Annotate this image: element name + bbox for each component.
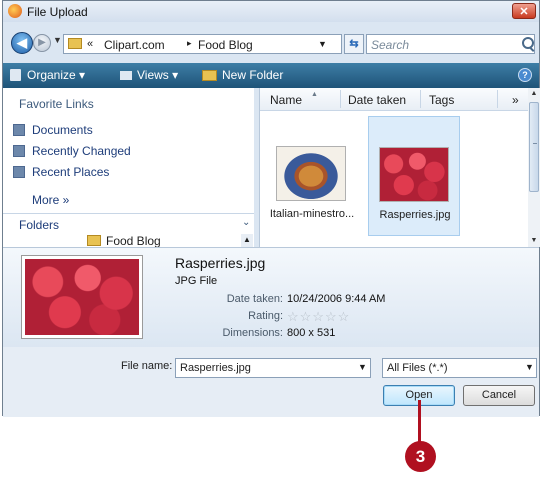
details-pane: Rasperries.jpg JPG File Date taken: 10/2… — [3, 247, 539, 348]
folder-tree-item[interactable]: Food Blog — [3, 234, 254, 247]
nav-item-label: Recent Places — [32, 165, 110, 179]
rating-stars[interactable]: ☆☆☆☆☆ — [287, 309, 350, 325]
nav-item-label: Documents — [32, 123, 93, 137]
back-button[interactable]: ◀ — [11, 32, 33, 54]
new-folder-icon — [202, 70, 217, 81]
column-header-tags[interactable]: Tags — [429, 93, 454, 107]
detail-value[interactable]: 10/24/2006 9:44 AM — [287, 293, 385, 305]
recent-pages-dropdown-icon[interactable]: ▼ — [53, 35, 62, 45]
address-dropdown-icon[interactable]: ▼ — [318, 39, 327, 49]
grip-icon — [533, 143, 537, 144]
organize-button[interactable]: Organize ▾ — [27, 68, 85, 82]
detail-label: Dimensions: — [222, 327, 283, 339]
organize-icon — [10, 69, 21, 81]
documents-icon — [13, 124, 25, 136]
folders-toggle[interactable]: Folders ⌄ — [3, 213, 254, 235]
detail-label: Date taken: — [226, 293, 283, 305]
breadcrumb-overflow[interactable]: « — [87, 38, 93, 50]
search-input[interactable]: Search — [366, 34, 535, 54]
vertical-scrollbar[interactable]: ▲ ▼ — [528, 88, 540, 247]
file-tile-raspberries[interactable]: Rasperries.jpg — [368, 116, 460, 236]
recently-changed-icon — [13, 145, 25, 157]
views-button[interactable]: Views ▾ — [137, 68, 178, 82]
detail-label: Rating: — [248, 310, 283, 322]
address-row: ◀ ▶ ▼ « Clipart.com ▸ Food Blog ▼ ⇆ Sear… — [3, 23, 539, 63]
breadcrumb-clipart[interactable]: Clipart.com — [104, 38, 165, 52]
favorite-links-heading: Favorite Links — [19, 97, 94, 111]
refresh-button[interactable]: ⇆ — [344, 34, 364, 54]
recent-places-icon — [13, 166, 25, 178]
sort-caret-icon: ▲ — [311, 91, 318, 98]
search-icon[interactable] — [522, 37, 534, 49]
raspberries-thumbnail — [379, 147, 449, 202]
column-header-date-taken[interactable]: Date taken — [348, 93, 406, 107]
column-divider[interactable] — [497, 90, 498, 108]
column-label: Name — [270, 93, 303, 107]
callout-pointer — [418, 400, 421, 443]
scroll-down-icon[interactable]: ▼ — [528, 235, 540, 247]
file-type-value: All Files (*.*) — [387, 362, 448, 374]
file-tile-minestrone[interactable]: Italian-minestro... — [266, 116, 358, 236]
forward-button[interactable]: ▶ — [33, 34, 51, 52]
search-placeholder: Search — [371, 38, 410, 52]
close-button[interactable]: ✕ — [512, 3, 536, 19]
more-columns-button[interactable]: » — [512, 93, 519, 107]
title-bar: File Upload ✕ — [3, 1, 539, 22]
detail-value: 800 x 531 — [287, 327, 336, 339]
scroll-up-icon[interactable]: ▲ — [528, 88, 540, 100]
chevron-down-icon[interactable]: ▼ — [525, 362, 534, 372]
breadcrumb-food-blog[interactable]: Food Blog — [198, 38, 253, 52]
breadcrumb-separator[interactable]: ▸ — [187, 38, 192, 49]
nav-item-label: Recently Changed — [32, 144, 131, 158]
folders-label: Folders — [19, 218, 60, 232]
file-list-pane: ▲ Name Date taken Tags » Italian-minestro… — [259, 88, 540, 247]
more-links[interactable]: More » — [32, 193, 69, 207]
column-headers: ▲ Name Date taken Tags » — [260, 88, 528, 111]
file-type-select[interactable]: All Files (*.*) ▼ — [382, 358, 537, 378]
column-divider[interactable] — [420, 90, 421, 108]
raspberries-preview — [25, 259, 139, 335]
file-name-value: Rasperries.jpg — [180, 362, 251, 374]
column-header-name[interactable]: ▲ Name — [270, 91, 318, 107]
cancel-button[interactable]: Cancel — [463, 385, 535, 406]
column-divider[interactable] — [340, 90, 341, 108]
file-name-label: File name: — [121, 360, 173, 372]
file-name: Rasperries.jpg — [379, 209, 451, 221]
navigation-pane: Favorite Links Documents Recently Change… — [3, 88, 254, 247]
preview-thumbnail — [21, 255, 143, 339]
firefox-icon — [8, 4, 22, 18]
minestrone-thumbnail — [276, 146, 346, 201]
new-folder-button[interactable]: New Folder — [222, 68, 283, 82]
file-upload-dialog: File Upload ✕ ◀ ▶ ▼ « Clipart.com ▸ Food… — [2, 0, 540, 417]
folder-icon — [87, 235, 101, 246]
command-bar: Organize ▾ Views ▾ New Folder ? — [3, 63, 539, 88]
detail-file-name: Rasperries.jpg — [175, 255, 266, 271]
file-name: Italian-minestro... — [269, 208, 355, 220]
scrollbar-thumb[interactable] — [529, 102, 539, 192]
folder-icon — [68, 38, 82, 49]
help-icon[interactable]: ? — [518, 68, 532, 82]
detail-file-type: JPG File — [175, 275, 218, 287]
tree-scroll-arrow-icon[interactable]: ▲ — [241, 234, 253, 247]
window-title: File Upload — [27, 5, 88, 19]
file-name-field[interactable]: Rasperries.jpg ▼ — [175, 358, 371, 378]
folder-tree-label: Food Blog — [106, 234, 161, 247]
chevron-down-icon[interactable]: ▼ — [358, 362, 367, 372]
views-icon — [120, 71, 132, 80]
address-bar[interactable]: « Clipart.com ▸ Food Blog ▼ — [63, 34, 342, 54]
step-callout-badge: 3 — [405, 441, 436, 472]
dialog-footer: File name: Rasperries.jpg ▼ All Files (*… — [3, 347, 539, 417]
chevron-down-icon: ⌄ — [242, 217, 251, 228]
